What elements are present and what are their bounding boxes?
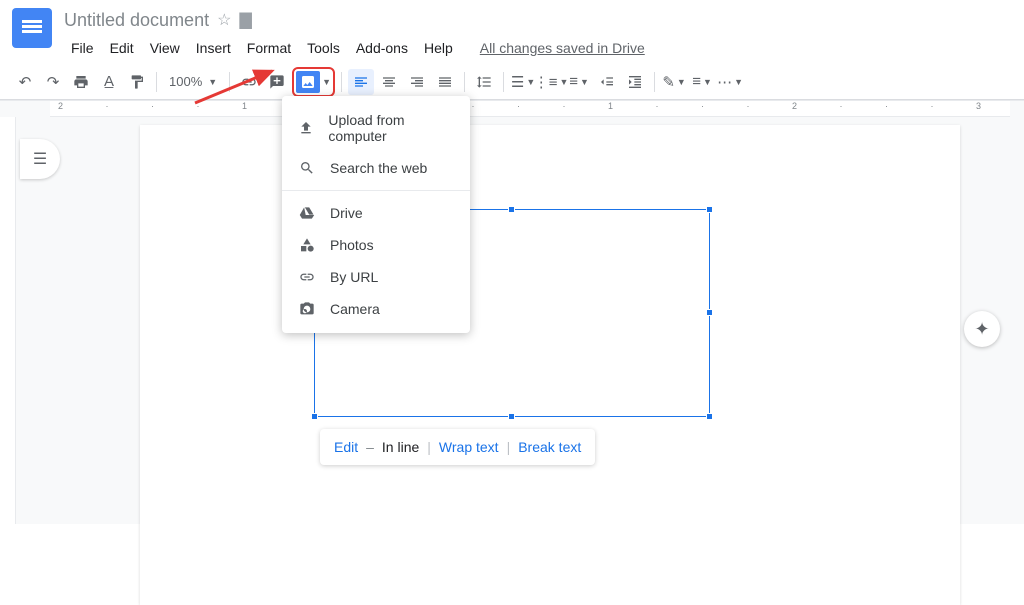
bullet-list-button[interactable]: ⋮≡▼	[538, 69, 564, 95]
menu-file[interactable]: File	[64, 36, 101, 60]
menu-help[interactable]: Help	[417, 36, 460, 60]
photos-item[interactable]: Photos	[282, 229, 470, 261]
camera-item[interactable]: Camera	[282, 293, 470, 325]
insert-image-dropdown: Upload from computer Search the web Driv…	[282, 96, 470, 333]
menu-label: Photos	[330, 237, 374, 253]
menu-addons[interactable]: Add-ons	[349, 36, 415, 60]
border-weight-button[interactable]: ≡▼	[689, 69, 715, 95]
align-left-button[interactable]	[348, 69, 374, 95]
image-context-toolbar: Edit – In line | Wrap text | Break text	[320, 429, 595, 465]
docs-logo[interactable]	[12, 8, 52, 48]
save-status[interactable]: All changes saved in Drive	[480, 40, 645, 56]
star-icon[interactable]: ☆	[217, 10, 231, 30]
menu-divider	[282, 190, 470, 191]
menu-label: By URL	[330, 269, 378, 285]
separator: –	[366, 439, 374, 455]
search-icon	[298, 160, 316, 176]
border-dash-button[interactable]: ⋯▼	[717, 69, 743, 95]
indent-decrease-button[interactable]	[594, 69, 620, 95]
separator: |	[507, 439, 511, 455]
menu-bar: File Edit View Insert Format Tools Add-o…	[64, 36, 1012, 60]
resize-handle[interactable]	[706, 206, 713, 213]
insert-image-button[interactable]: ▼	[292, 67, 335, 97]
resize-handle[interactable]	[311, 413, 318, 420]
vertical-ruler[interactable]	[0, 117, 16, 524]
drive-item[interactable]: Drive	[282, 197, 470, 229]
break-text-option[interactable]: Break text	[518, 439, 581, 455]
resize-handle[interactable]	[508, 206, 515, 213]
document-title[interactable]: Untitled document	[64, 10, 209, 31]
numbered-list-button[interactable]: ≡▼	[566, 69, 592, 95]
menu-label: Upload from computer	[328, 112, 454, 144]
resize-handle[interactable]	[508, 413, 515, 420]
menu-label: Camera	[330, 301, 380, 317]
document-outline-button[interactable]: ☰	[20, 139, 60, 179]
align-right-button[interactable]	[404, 69, 430, 95]
menu-insert[interactable]: Insert	[189, 36, 238, 60]
menu-label: Search the web	[330, 160, 427, 176]
by-url-item[interactable]: By URL	[282, 261, 470, 293]
menu-tools[interactable]: Tools	[300, 36, 347, 60]
indent-increase-button[interactable]	[622, 69, 648, 95]
toolbar: ↶ ↷ A̲ 100%▼ ▼ ☰▼ ⋮≡▼ ≡▼ ✎▼ ≡▼ ⋯▼	[0, 64, 1024, 100]
checklist-button[interactable]: ☰▼	[510, 69, 536, 95]
undo-button[interactable]: ↶	[12, 69, 38, 95]
zoom-select[interactable]: 100%▼	[163, 74, 223, 89]
document-page[interactable]: Edit – In line | Wrap text | Break text	[140, 125, 960, 605]
line-spacing-button[interactable]	[471, 69, 497, 95]
photos-icon	[298, 237, 316, 253]
image-edit-link[interactable]: Edit	[334, 439, 358, 455]
separator: |	[427, 439, 431, 455]
redo-button[interactable]: ↷	[40, 69, 66, 95]
move-folder-icon[interactable]: ▇	[239, 10, 251, 30]
explore-button[interactable]: ✦	[964, 311, 1000, 347]
resize-handle[interactable]	[706, 413, 713, 420]
link-icon	[298, 269, 316, 285]
menu-view[interactable]: View	[143, 36, 187, 60]
spellcheck-button[interactable]: A̲	[96, 69, 122, 95]
upload-icon	[298, 120, 314, 136]
upload-from-computer-item[interactable]: Upload from computer	[282, 104, 470, 152]
chevron-down-icon: ▼	[322, 77, 331, 87]
menu-label: Drive	[330, 205, 363, 221]
align-justify-button[interactable]	[432, 69, 458, 95]
border-color-button[interactable]: ✎▼	[661, 69, 687, 95]
image-icon	[296, 71, 320, 93]
wrap-inline-option[interactable]: In line	[382, 439, 419, 455]
camera-icon	[298, 301, 316, 317]
align-center-button[interactable]	[376, 69, 402, 95]
paint-format-button[interactable]	[124, 69, 150, 95]
insert-link-button[interactable]	[236, 69, 262, 95]
add-comment-button[interactable]	[264, 69, 290, 95]
search-the-web-item[interactable]: Search the web	[282, 152, 470, 184]
resize-handle[interactable]	[706, 309, 713, 316]
horizontal-ruler[interactable]: 2 · · · 1 · · · · · · · 1 · · · 2 · · · …	[50, 101, 1010, 117]
menu-format[interactable]: Format	[240, 36, 298, 60]
menu-edit[interactable]: Edit	[103, 36, 141, 60]
wrap-text-option[interactable]: Wrap text	[439, 439, 499, 455]
drive-icon	[298, 205, 316, 221]
print-button[interactable]	[68, 69, 94, 95]
